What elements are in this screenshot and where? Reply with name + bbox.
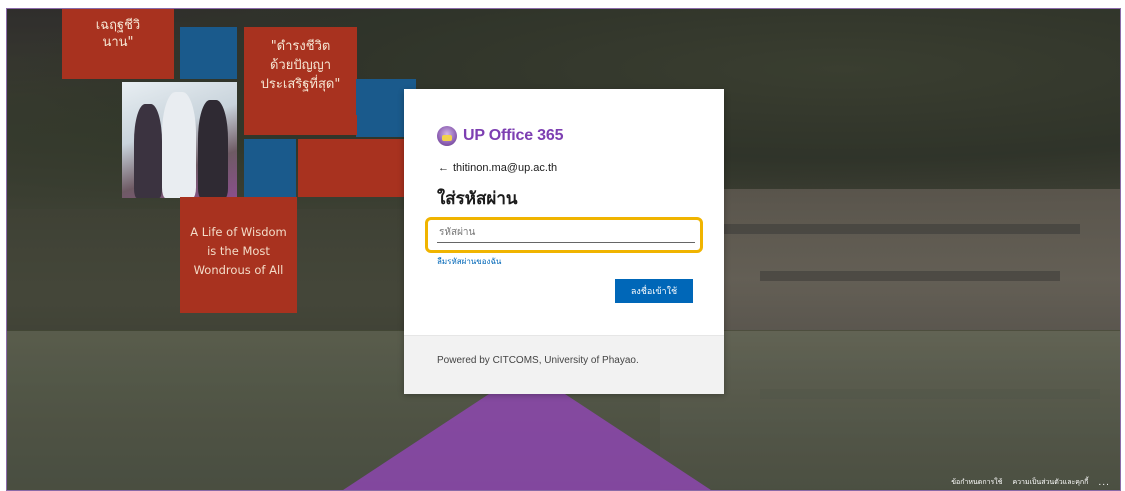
student-figure [134,104,162,198]
brand-logo: UP Office 365 [437,126,563,146]
student-figure [162,92,196,198]
promo-students-photo [122,82,237,198]
account-email: thitinon.ma@up.ac.th [453,162,558,174]
promo-thai-quote: "ดำรงชีวิต ด้วยปัญญา ประเสริฐที่สุด" [260,39,341,92]
more-options-icon[interactable]: ... [1098,478,1110,488]
login-card-footer: Powered by CITCOMS, University of Phayao… [404,335,724,394]
promo-thai-line: เฉฤฐชีวิ นาน" [95,18,141,50]
promo-english-quote: A Life of Wisdom is the Most Wondrous of… [190,225,287,277]
promo-tile [180,27,237,79]
promo-tile [298,139,357,197]
powered-by-text: Powered by CITCOMS, University of Phayao… [437,355,639,366]
page-title: ใส่รหัสผ่าน [437,189,518,209]
back-arrow-icon[interactable]: ← [438,162,449,174]
university-seal-icon [437,126,457,146]
identity-back-row[interactable]: ← thitinon.ma@up.ac.th [438,162,557,174]
password-input[interactable] [437,222,695,243]
promo-tile [244,139,296,197]
privacy-cookies-link[interactable]: ความเป็นส่วนตัวและคุกกี้ [1012,477,1088,488]
brand-name: UP Office 365 [463,127,564,144]
terms-of-use-link[interactable]: ข้อกำหนดการใช้ [951,477,1002,488]
forgot-password-link[interactable]: ลืมรหัสผ่านของฉัน [437,255,501,268]
sign-in-button[interactable]: ลงชื่อเข้าใช้ [615,279,693,303]
page-footer-links: ข้อกำหนดการใช้ ความเป็นส่วนตัวและคุกกี้ … [951,477,1110,488]
student-figure [198,100,228,198]
promo-tile [244,115,357,135]
login-card: UP Office 365 ← thitinon.ma@up.ac.th ใส่… [404,89,724,394]
login-card-body: UP Office 365 ← thitinon.ma@up.ac.th ใส่… [404,89,724,335]
